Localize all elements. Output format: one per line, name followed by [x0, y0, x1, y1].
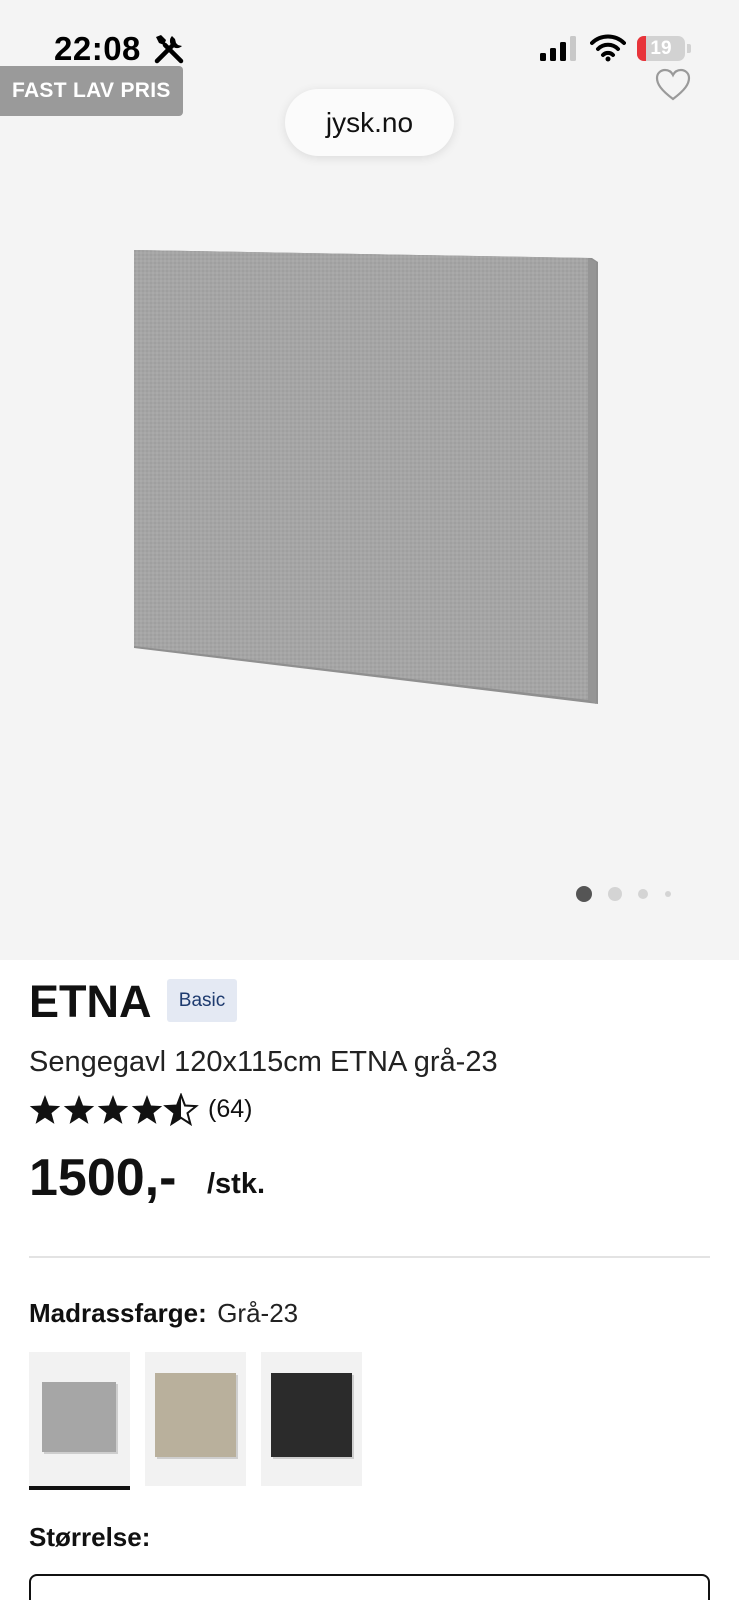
- color-selected-value: Grå-23: [217, 1298, 299, 1328]
- product-name: ETNA: [29, 976, 152, 1027]
- battery-level: 19: [650, 38, 672, 59]
- color-swatch-grey[interactable]: [29, 1352, 130, 1490]
- swatch-selected-indicator: [29, 1486, 130, 1490]
- swatch-headboard-thumbnail: [42, 1382, 116, 1452]
- wifi-icon: [590, 34, 626, 62]
- pagination-dot[interactable]: [608, 887, 622, 901]
- product-tag: Basic: [167, 979, 237, 1022]
- size-label: Størrelse:: [29, 1522, 151, 1552]
- tools-icon: [154, 35, 184, 64]
- swatch-headboard-thumbnail: [155, 1373, 236, 1457]
- pagination-dot-active[interactable]: [576, 886, 592, 902]
- rating-count: (64): [208, 1095, 253, 1123]
- product-hero: 22:08 19 FAST LAV PRIS jysk.no: [0, 0, 739, 960]
- cellular-signal-icon: [540, 36, 576, 61]
- star-full-icon: [97, 1095, 129, 1124]
- color-label: Madrassfarge:: [29, 1298, 207, 1328]
- color-selector-label-row: Madrassfarge: Grå-23: [29, 1298, 298, 1334]
- image-pagination[interactable]: [576, 884, 686, 904]
- battery-icon: 19: [637, 36, 691, 61]
- pagination-dot[interactable]: [665, 891, 671, 897]
- price-unit: /stk.: [207, 1168, 266, 1200]
- color-swatch-black[interactable]: [261, 1352, 362, 1486]
- star-full-icon: [131, 1095, 163, 1124]
- color-swatch-beige[interactable]: [145, 1352, 246, 1486]
- browser-url-bar[interactable]: jysk.no: [285, 89, 454, 156]
- pagination-dot[interactable]: [638, 889, 648, 899]
- product-description: Sengegavl 120x115cm ETNA grå-23: [29, 1046, 498, 1078]
- product-price: 1500,-: [29, 1149, 177, 1207]
- rating-stars: [29, 1093, 199, 1127]
- divider: [29, 1256, 710, 1258]
- swatch-headboard-thumbnail: [271, 1373, 352, 1457]
- product-image[interactable]: [130, 250, 610, 720]
- heart-outline-icon[interactable]: [655, 68, 691, 102]
- star-half-icon: [163, 1093, 199, 1127]
- price-badge: FAST LAV PRIS: [0, 66, 183, 116]
- status-time: 22:08: [54, 30, 141, 67]
- size-select[interactable]: [29, 1574, 710, 1600]
- color-swatches: [29, 1352, 369, 1490]
- star-full-icon: [63, 1095, 95, 1124]
- star-full-icon: [29, 1095, 61, 1124]
